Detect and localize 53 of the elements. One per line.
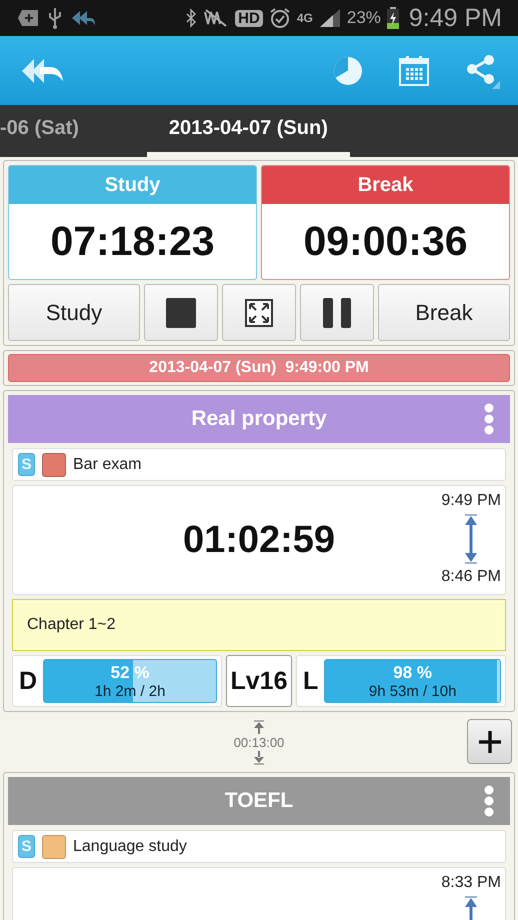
gap-duration: 00:13:00	[234, 734, 284, 750]
calendar-icon[interactable]	[398, 54, 430, 86]
timer-label: Study	[9, 166, 256, 204]
notification-icon	[18, 9, 40, 27]
share-icon[interactable]	[464, 52, 500, 88]
battery-level: 23%	[346, 8, 381, 28]
progress-percent: 98 %	[393, 662, 432, 682]
timer-label: Break	[262, 166, 509, 204]
more-icon[interactable]	[484, 403, 494, 435]
progress-letter: L	[303, 666, 318, 696]
alarm-icon	[268, 7, 291, 29]
tag-badge: S	[18, 453, 35, 476]
timer-value: 07:18:23	[49, 217, 216, 266]
session-title: TOEFL	[224, 789, 294, 813]
current-time-bar: 2013-04-07 (Sun) 9:49:00 PM	[8, 354, 510, 382]
pie-chart-icon[interactable]	[332, 54, 364, 86]
network-label: 4G	[296, 11, 313, 25]
progress-detail: 9h 53m / 10h	[368, 682, 456, 700]
end-time: 8:33 PM	[441, 874, 501, 892]
stop-button[interactable]	[144, 284, 218, 341]
fullscreen-icon	[245, 298, 273, 326]
app-logo-icon	[70, 9, 96, 27]
category-name: Language study	[73, 838, 187, 856]
add-button[interactable]	[467, 719, 512, 764]
end-time: 9:49 PM	[441, 492, 501, 510]
category-name: Bar exam	[73, 456, 142, 474]
progress-percent: 52 %	[110, 662, 150, 682]
more-icon[interactable]	[484, 785, 494, 817]
fullscreen-button[interactable]	[222, 284, 296, 341]
start-time: 8:46 PM	[441, 568, 501, 586]
stop-icon	[166, 298, 196, 328]
mode-button[interactable]: Break	[378, 284, 510, 341]
signal-icon	[318, 8, 341, 28]
level-badge: Lv16	[226, 655, 292, 707]
usb-icon	[48, 7, 62, 29]
range-arrow-icon	[464, 514, 478, 564]
pause-button[interactable]	[300, 284, 374, 341]
battery-charging-icon	[386, 7, 399, 29]
down-arrow-icon	[252, 750, 265, 764]
bluetooth-icon	[185, 8, 198, 28]
timer-value: 09:00:36	[302, 217, 469, 266]
session-note: Chapter 1~2	[12, 599, 506, 651]
progress-letter: D	[19, 666, 38, 696]
session-title: Real property	[191, 407, 327, 431]
date-tab[interactable]: -06 (Sat)	[0, 105, 79, 157]
clock: 9:49 PM	[408, 4, 502, 32]
tag-badge: S	[18, 835, 35, 858]
pause-icon	[323, 298, 351, 328]
mode-button[interactable]: Study	[8, 284, 140, 341]
session-duration: 01:02:59	[182, 518, 336, 562]
hd-badge: HD	[235, 10, 263, 26]
plus-icon	[478, 730, 500, 752]
up-arrow-icon	[252, 720, 265, 734]
